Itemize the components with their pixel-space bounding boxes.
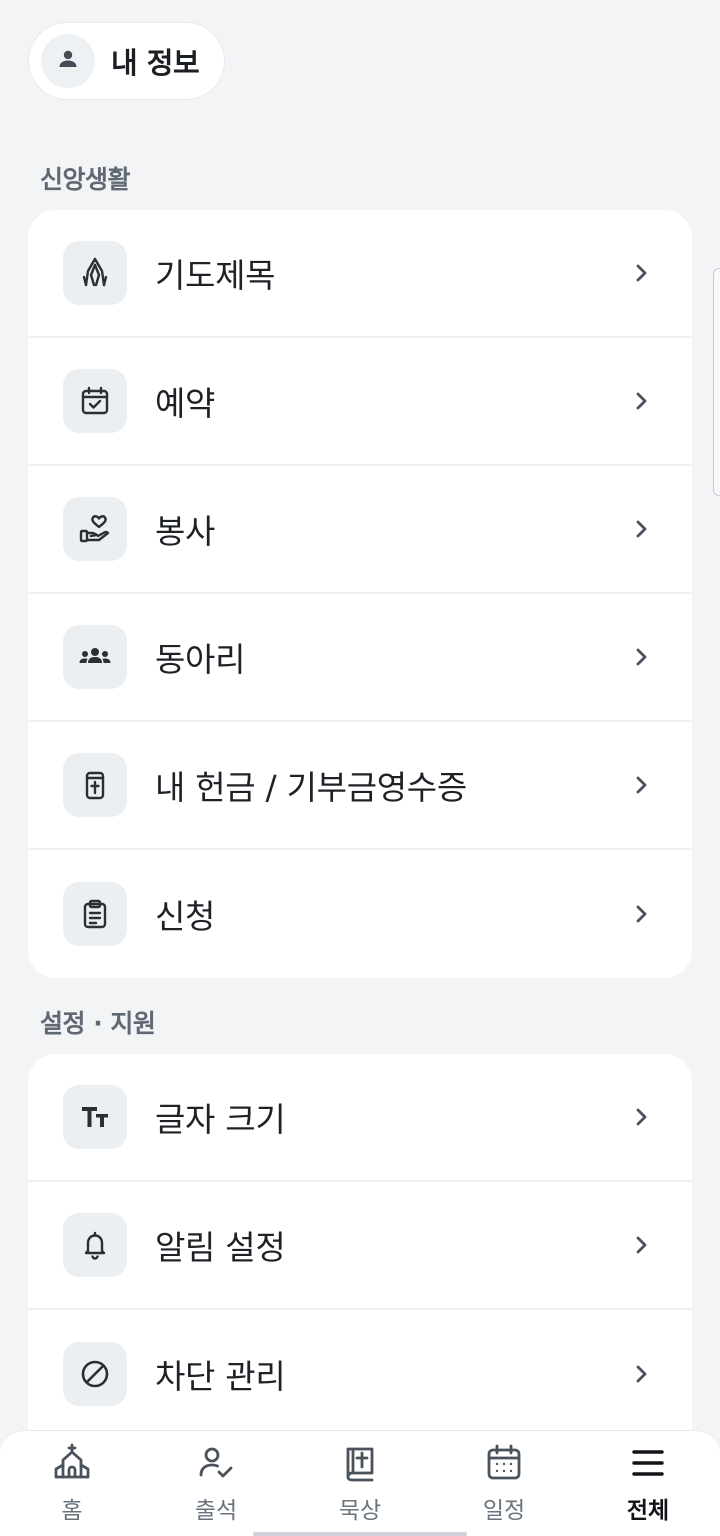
menu-item-font-size[interactable]: 글자 크기: [28, 1054, 692, 1182]
menu-item-label: 글자 크기: [155, 1100, 286, 1139]
scrollbar[interactable]: [713, 268, 720, 496]
menu-item-prayer[interactable]: 기도제목: [28, 210, 692, 338]
chevron-right-icon: [636, 520, 647, 538]
faith-menu-card: 기도제목 예약 봉사 동아리 내 헌금 / 기부금영수증 신청: [28, 210, 692, 978]
menu-item-volunteer[interactable]: 봉사: [28, 466, 692, 594]
chevron-right-icon: [636, 392, 647, 410]
my-info-button[interactable]: 내 정보: [28, 22, 225, 100]
nav-label: 전체: [626, 1498, 670, 1524]
menu-icon: [626, 1441, 670, 1485]
chevron-right-icon: [636, 1365, 647, 1383]
menu-item-club[interactable]: 동아리: [28, 594, 692, 722]
menu-item-label: 동아리: [155, 640, 246, 679]
menu-item-block-management[interactable]: 차단 관리: [28, 1310, 692, 1438]
calendar-icon: [482, 1441, 526, 1485]
menu-item-label: 기도제목: [155, 256, 276, 295]
church-icon: [50, 1441, 94, 1485]
praying-hands-icon: [63, 241, 127, 305]
block-icon: [63, 1342, 127, 1406]
menu-item-application[interactable]: 신청: [28, 850, 692, 978]
text-size-icon: [63, 1085, 127, 1149]
menu-item-label: 알림 설정: [155, 1228, 286, 1267]
hand-heart-icon: [63, 497, 127, 561]
menu-item-label: 내 헌금 / 기부금영수증: [155, 768, 467, 807]
person-icon: [56, 47, 80, 75]
bottom-navigation: 홈 출석 묵상 일정 전체: [0, 1430, 720, 1536]
nav-tab-home[interactable]: 홈: [0, 1431, 144, 1536]
chevron-right-icon: [636, 648, 647, 666]
offering-box-icon: [63, 753, 127, 817]
my-info-label: 내 정보: [111, 46, 200, 80]
home-indicator: [253, 1532, 467, 1536]
all-menu-screen: 내 정보 신앙생활 기도제목 예약 봉사 동아리 내 헌금 / 기부금영수증 신…: [0, 0, 720, 1536]
chevron-right-icon: [636, 264, 647, 282]
user-check-icon: [194, 1441, 238, 1485]
settings-menu-card: 글자 크기 알림 설정 차단 관리: [28, 1054, 692, 1454]
chevron-right-icon: [636, 776, 647, 794]
section-title-faith: 신앙생활: [40, 165, 131, 194]
nav-label: 일정: [482, 1498, 526, 1524]
chevron-right-icon: [636, 1236, 647, 1254]
menu-item-offering[interactable]: 내 헌금 / 기부금영수증: [28, 722, 692, 850]
menu-item-reservation[interactable]: 예약: [28, 338, 692, 466]
menu-item-label: 예약: [155, 384, 216, 423]
calendar-check-icon: [63, 369, 127, 433]
nav-tab-all[interactable]: 전체: [576, 1431, 720, 1536]
section-title-settings: 설정 · 지원: [40, 1009, 156, 1038]
nav-tab-meditation[interactable]: 묵상: [288, 1431, 432, 1536]
nav-tab-attendance[interactable]: 출석: [144, 1431, 288, 1536]
chevron-right-icon: [636, 905, 647, 923]
menu-item-label: 차단 관리: [155, 1357, 286, 1396]
nav-tab-schedule[interactable]: 일정: [432, 1431, 576, 1536]
nav-label: 묵상: [338, 1498, 382, 1524]
nav-label: 홈: [61, 1498, 83, 1524]
menu-item-label: 신청: [155, 897, 216, 936]
menu-item-label: 봉사: [155, 512, 216, 551]
chevron-right-icon: [636, 1108, 647, 1126]
menu-item-notification-settings[interactable]: 알림 설정: [28, 1182, 692, 1310]
bible-icon: [338, 1441, 382, 1485]
nav-label: 출석: [194, 1498, 238, 1524]
clipboard-icon: [63, 882, 127, 946]
group-icon: [63, 625, 127, 689]
avatar: [41, 34, 95, 88]
bell-icon: [63, 1213, 127, 1277]
